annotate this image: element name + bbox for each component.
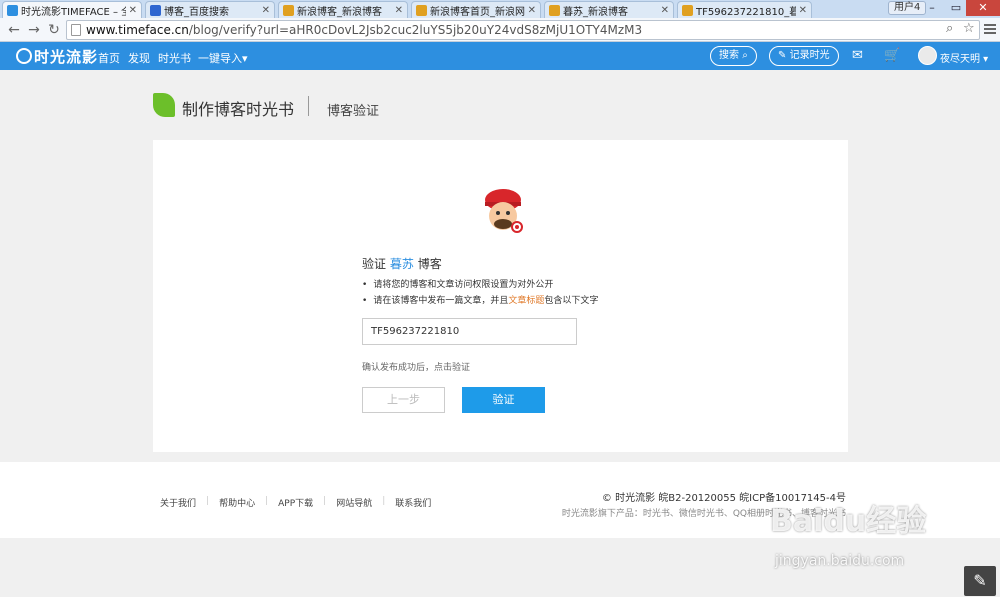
tab-close-icon[interactable]: ✕	[262, 5, 270, 16]
footer-link-contact[interactable]: 联系我们	[395, 496, 431, 509]
bookmark-star-icon[interactable]: ☆	[963, 21, 975, 36]
list-item: 请在该博客中发布一篇文章，并且文章标题包含以下文字	[362, 293, 598, 309]
timeface-favicon-icon	[7, 4, 18, 16]
instructions-list: 请将您的博客和文章访问权限设置为对外公开 请在该博客中发布一篇文章，并且文章标题…	[362, 277, 598, 309]
confirm-hint: 确认发布成功后，点击验证	[362, 363, 471, 373]
nav-home[interactable]: 首页	[98, 50, 120, 66]
logo-mark-icon	[16, 48, 32, 64]
search-icon: ⌕	[742, 50, 748, 61]
title-divider	[308, 96, 309, 116]
zoom-icon[interactable]: ⌕	[946, 21, 953, 36]
browser-tab[interactable]: 新浪博客_新浪博客 ✕	[278, 1, 408, 18]
nav-discover[interactable]: 发现	[128, 50, 150, 66]
footer-link-sitemap[interactable]: 网站导航	[336, 496, 372, 509]
back-arrow-icon[interactable]: ←	[6, 22, 22, 38]
tab-close-icon[interactable]: ✕	[661, 5, 669, 16]
avatar[interactable]	[918, 46, 937, 65]
url-input[interactable]: www.timeface.cn/blog/verify?url=aHR0cDov…	[66, 20, 980, 40]
sina-favicon-icon	[549, 4, 560, 16]
cart-icon[interactable]: 🛒	[884, 48, 900, 63]
browser-tabstrip: 时光流影TIMEFACE – 全 ✕ 博客_百度搜索 ✕ 新浪博客_新浪博客 ✕…	[0, 0, 1000, 18]
footer-link-about[interactable]: 关于我们	[160, 496, 196, 509]
page-title: 制作博客时光书	[182, 100, 295, 119]
browser-menu-icon[interactable]	[984, 22, 996, 36]
browser-tab[interactable]: 时光流影TIMEFACE – 全 ✕	[2, 1, 142, 18]
baidu-watermark-url: jingyan.baidu.com	[775, 553, 905, 569]
browser-tab[interactable]: 博客_百度搜索 ✕	[145, 1, 275, 18]
footer-link-app[interactable]: APP下载	[278, 496, 313, 509]
user-menu[interactable]: 夜尽天明 ▾	[940, 50, 988, 65]
page-subtitle: 博客验证	[327, 104, 380, 119]
sina-favicon-icon	[682, 4, 693, 16]
previous-step-button[interactable]: 上一步	[362, 387, 445, 413]
page-icon	[71, 24, 81, 36]
sina-favicon-icon	[416, 4, 427, 16]
footer-link-help[interactable]: 帮助中心	[219, 496, 255, 509]
tab-close-icon[interactable]: ✕	[528, 5, 536, 16]
reload-icon[interactable]: ↻	[46, 22, 62, 38]
verify-heading: 验证 暮苏 博客	[362, 257, 442, 271]
leaf-book-icon	[153, 93, 175, 117]
maximize-icon[interactable]: ▭	[944, 0, 968, 16]
edit-icon: ✎	[778, 50, 787, 61]
address-bar: ← → ↻ www.timeface.cn/blog/verify?url=aH…	[0, 18, 1000, 42]
footer-links: 关于我们 | 帮助中心 | APP下载 | 网站导航 | 联系我们	[160, 496, 432, 509]
tab-close-icon[interactable]: ✕	[129, 5, 137, 16]
verification-code-field[interactable]: TF596237221810	[362, 318, 577, 345]
record-time-button[interactable]: ✎ 记录时光	[769, 46, 839, 66]
mail-icon[interactable]: ✉	[852, 48, 863, 63]
browser-tab[interactable]: TF596237221810_暮苏_ ✕	[677, 1, 812, 18]
mascot-icon	[485, 189, 523, 233]
list-item: 请将您的博客和文章访问权限设置为对外公开	[362, 277, 598, 293]
tab-close-icon[interactable]: ✕	[395, 5, 403, 16]
nav-import-dropdown[interactable]: 一键导入▾	[198, 50, 248, 66]
verify-button[interactable]: 验证	[462, 387, 545, 413]
search-button[interactable]: 搜索 ⌕	[710, 46, 757, 66]
browser-tab[interactable]: 暮苏_新浪博客 ✕	[544, 1, 674, 18]
window-close-icon[interactable]: ✕	[966, 0, 1000, 16]
edit-float-icon[interactable]: ✎	[964, 566, 996, 596]
baidu-favicon-icon	[150, 4, 161, 16]
nav-timebook[interactable]: 时光书	[158, 50, 191, 66]
minimize-icon[interactable]: –	[920, 0, 944, 16]
baidu-watermark: Baidu经验	[770, 504, 927, 539]
forward-arrow-icon[interactable]: →	[26, 22, 42, 38]
sina-favicon-icon	[283, 4, 294, 16]
tab-close-icon[interactable]: ✕	[799, 5, 807, 16]
blog-name-link[interactable]: 暮苏	[390, 257, 414, 271]
site-header: 时光流影 首页 发现 时光书 一键导入▾ 搜索 ⌕ ✎ 记录时光 ✉ 🛒 夜尽天…	[0, 42, 1000, 70]
browser-tab[interactable]: 新浪博客首页_新浪网 ✕	[411, 1, 541, 18]
site-logo[interactable]: 时光流影	[16, 46, 98, 67]
